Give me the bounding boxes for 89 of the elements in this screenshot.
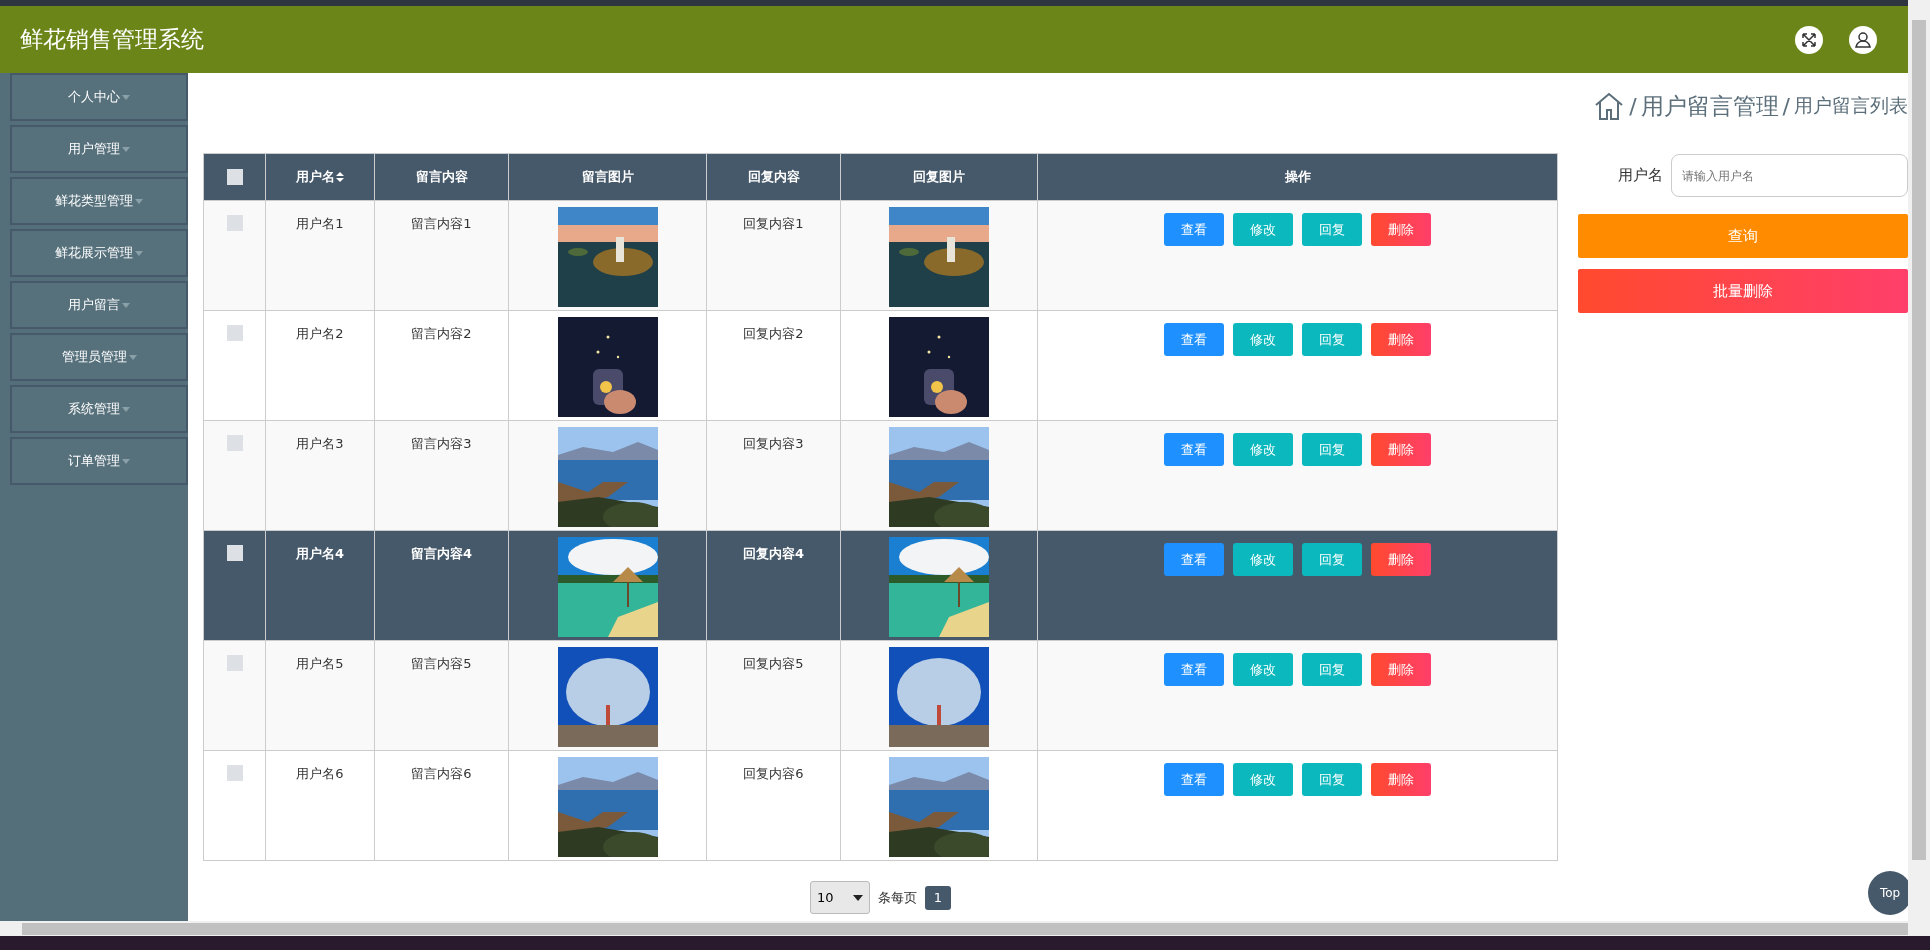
row-checkbox[interactable] [226,215,243,231]
view-button[interactable]: 查看 [1164,543,1224,576]
view-button[interactable]: 查看 [1164,763,1224,796]
table-cell: 用户名1 [265,200,375,311]
caret-icon [122,302,130,308]
caret-icon [122,146,130,152]
app-title: 鲜花销售管理系统 [20,25,204,54]
user-icon[interactable] [1848,24,1878,55]
delete-button[interactable]: 删除 [1371,763,1431,796]
caret-icon [135,250,143,256]
breadcrumb-separator: / [1782,93,1790,119]
reply-button[interactable]: 回复 [1302,323,1362,356]
delete-button[interactable]: 删除 [1371,323,1431,356]
vertical-scrollbar[interactable] [1908,0,1930,921]
edit-button[interactable]: 修改 [1233,763,1293,796]
delete-button[interactable]: 删除 [1371,213,1431,246]
table-cell: 回复内容2 [706,310,841,421]
username-input-field[interactable]: 请输入用户名 [1671,154,1908,197]
table-cell: 回复内容5 [706,640,841,751]
table-cell: 留言内容2 [374,310,509,421]
column-header: 回复内容 [706,153,841,201]
table-cell: 留言内容5 [374,640,509,751]
breadcrumb-item[interactable]: 用户留言管理 [1640,90,1779,122]
row-checkbox[interactable] [226,325,243,341]
edit-button[interactable]: 修改 [1233,213,1293,246]
table-cell: 用户名3 [265,420,375,531]
row-checkbox[interactable] [226,765,243,781]
delete-button[interactable]: 删除 [1371,543,1431,576]
view-button[interactable]: 查看 [1164,323,1224,356]
row-checkbox[interactable] [226,545,243,561]
reply-button[interactable]: 回复 [1302,433,1362,466]
fullscreen-icon[interactable] [1794,24,1824,55]
table-cell: 用户名5 [265,640,375,751]
reply-button[interactable]: 回复 [1302,543,1362,576]
field-label: 用户名 [1618,166,1663,185]
caret-icon [122,94,130,100]
table-cell: 用户名4 [265,530,375,641]
table-cell: 用户名6 [265,750,375,861]
breadcrumb-item: 用户留言列表 [1794,93,1908,118]
sidebar-item[interactable]: 管理员管理 [10,333,188,381]
table-cell: 回复内容6 [706,750,841,861]
caret-icon [128,354,137,360]
caret-icon [122,458,130,464]
sidebar-item[interactable]: 鲜花类型管理 [10,177,188,225]
column-header: 留言内容 [374,153,509,201]
view-button[interactable]: 查看 [1164,433,1224,466]
column-header: 回复图片 [840,153,1038,201]
sidebar-item[interactable]: 用户管理 [10,125,188,173]
reply-button[interactable]: 回复 [1302,213,1362,246]
column-header: 操作 [1037,153,1558,201]
delete-button[interactable]: 删除 [1371,433,1431,466]
edit-button[interactable]: 修改 [1233,653,1293,686]
chevron-icon [853,894,863,901]
edit-button[interactable]: 修改 [1233,433,1293,466]
sidebar-item[interactable]: 系统管理 [10,385,188,433]
table-cell: 留言内容4 [374,530,509,641]
edit-button[interactable]: 修改 [1233,323,1293,356]
sidebar-item[interactable]: 个人中心 [10,73,188,121]
table-cell: 留言内容6 [374,750,509,861]
delete-button[interactable]: 删除 [1371,653,1431,686]
reply-button[interactable]: 回复 [1302,653,1362,686]
page-button[interactable]: 1 [925,885,951,910]
table-cell: 回复内容1 [706,200,841,311]
breadcrumb-separator: / [1629,93,1637,119]
column-header[interactable]: 用户名 [265,153,375,201]
view-button[interactable]: 查看 [1164,653,1224,686]
per-page-label: 条每页 [878,888,917,907]
table-cell: 回复内容3 [706,420,841,531]
table-cell: 回复内容4 [706,530,841,641]
caret-icon [122,406,130,412]
table-cell: 留言内容3 [374,420,509,531]
page-size-select[interactable]: 10 [810,881,870,914]
reply-button[interactable]: 回复 [1302,763,1362,796]
edit-button[interactable]: 修改 [1233,543,1293,576]
sort-icon[interactable] [336,172,344,182]
table-cell: 留言内容1 [374,200,509,311]
view-button[interactable]: 查看 [1164,213,1224,246]
row-checkbox[interactable] [226,435,243,451]
search-button[interactable]: 查询 [1578,214,1908,258]
sidebar-item[interactable]: 用户留言 [10,281,188,329]
horizontal-scrollbar[interactable] [0,921,1930,936]
select-all-checkbox[interactable] [226,169,243,185]
caret-icon [135,198,143,204]
sidebar-item[interactable]: 鲜花展示管理 [10,229,188,277]
column-header: 留言图片 [508,153,707,201]
row-checkbox[interactable] [226,655,243,671]
sidebar-item[interactable]: 订单管理 [10,437,188,485]
table-cell: 用户名2 [265,310,375,421]
batch-delete-button[interactable]: 批量删除 [1578,269,1908,313]
